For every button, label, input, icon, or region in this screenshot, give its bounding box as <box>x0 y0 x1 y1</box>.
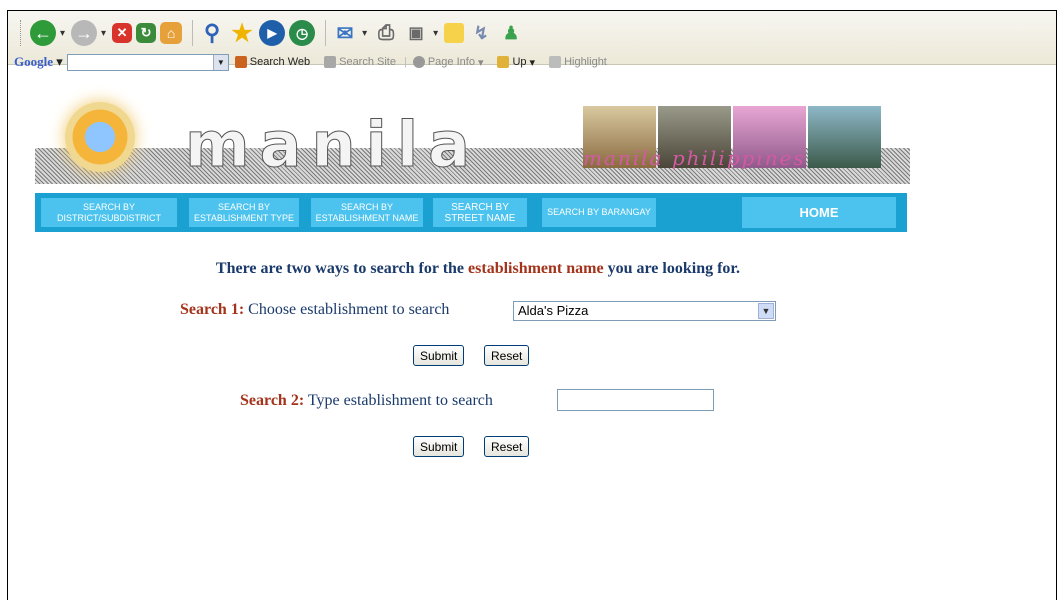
search-site-button[interactable]: Search Site <box>324 56 396 68</box>
intro-pre: There are two ways to search for the <box>215 260 469 277</box>
search-icon[interactable]: ⚲ <box>199 20 225 46</box>
page-info-label: Page Info <box>427 56 475 68</box>
mail-icon[interactable]: ✉ <box>332 20 358 46</box>
edit-icon[interactable]: ▣ <box>403 20 429 46</box>
nav-search-name[interactable]: SEARCH BY ESTABLISHMENT NAME <box>311 198 423 227</box>
toolbar-separator <box>192 20 194 46</box>
intro-post: you are looking for. <box>603 260 741 277</box>
establishment-text-input[interactable] <box>557 389 714 411</box>
intro-accent: establishment name <box>468 260 604 277</box>
msn-icon[interactable]: ♟ <box>498 20 524 46</box>
refresh-icon[interactable]: ↻ <box>136 23 157 43</box>
highlight-label: Highlight <box>564 56 607 68</box>
search1-text: Choose establishment to search <box>244 301 450 318</box>
google-logo[interactable]: Google ▾ <box>14 54 63 70</box>
site-search-icon <box>324 56 337 68</box>
google-brand-text: Google <box>14 54 53 69</box>
search2-line: Search 2: Type establishment to search <box>240 392 493 410</box>
google-search-input[interactable]: ▼ <box>66 53 229 71</box>
toolbar-grip[interactable] <box>20 20 24 46</box>
search1-line: Search 1: Choose establishment to search <box>180 301 449 319</box>
up-button[interactable]: Up ▾ <box>497 56 535 69</box>
nav-search-street[interactable]: SEARCH BY STREET NAME <box>433 198 527 227</box>
nav-search-barangay[interactable]: SEARCH BY BARANGAY <box>542 198 656 227</box>
page-info-button[interactable]: Page Info ▾ <box>412 56 483 69</box>
home-icon[interactable]: ⌂ <box>160 22 183 44</box>
history-icon[interactable]: ◷ <box>289 20 316 46</box>
forward-icon[interactable]: → <box>71 20 98 46</box>
media-icon[interactable]: ▶ <box>259 20 286 46</box>
mail-dropdown-icon[interactable]: ▾ <box>362 28 367 39</box>
print-icon[interactable]: ⎙ <box>373 20 399 46</box>
google-search-dropdown-icon[interactable]: ▼ <box>212 54 228 70</box>
search2-reset-button[interactable]: Reset <box>484 436 530 457</box>
bluetooth-icon[interactable]: ↯ <box>468 20 494 46</box>
nav-search-district[interactable]: SEARCH BY DISTRICT/SUBDISTRICT <box>41 198 177 227</box>
forward-dropdown-icon[interactable]: ▾ <box>101 28 106 39</box>
search2-submit-button[interactable]: Submit <box>413 436 465 457</box>
search1-label: Search 1: <box>180 301 245 318</box>
select-value: Alda's Pizza <box>518 303 589 318</box>
google-separator: | <box>403 56 407 68</box>
search-nav-bar: SEARCH BY DISTRICT/SUBDISTRICT SEARCH BY… <box>35 193 907 232</box>
favorites-icon[interactable]: ★ <box>229 20 255 47</box>
nav-home-button[interactable]: HOME <box>742 197 896 228</box>
photo-caption: manila philippines <box>583 146 806 170</box>
search2-label: Search 2: <box>240 392 305 409</box>
search1-reset-button[interactable]: Reset <box>484 345 530 366</box>
google-toolbar: Google ▾ ▼ Search Web Search Site | Page… <box>8 52 615 72</box>
sun-logo-icon <box>65 102 135 172</box>
search2-text: Type establishment to search <box>304 392 493 409</box>
standard-buttons: ← ▾ → ▾ ✕ ↻ ⌂ ⚲ ★ ▶ ◷ ✉ ▾ ⎙ ▣ ▾ ↯ ♟ <box>8 15 528 51</box>
back-dropdown-icon[interactable]: ▾ <box>60 28 65 39</box>
search1-submit-button[interactable]: Submit <box>413 345 465 366</box>
establishment-select[interactable]: Alda's Pizza ▼ <box>513 301 776 321</box>
highlight-button[interactable]: Highlight <box>549 56 607 68</box>
toolbar-separator <box>325 20 327 46</box>
up-label: Up <box>512 56 527 68</box>
search-web-label: Search Web <box>249 56 311 68</box>
browser-toolbar: ← ▾ → ▾ ✕ ↻ ⌂ ⚲ ★ ▶ ◷ ✉ ▾ ⎙ ▣ ▾ ↯ ♟ Goog… <box>8 11 1056 71</box>
nav-search-type[interactable]: SEARCH BY ESTABLISHMENT TYPE <box>189 198 299 227</box>
select-dropdown-icon[interactable]: ▼ <box>758 303 774 319</box>
back-icon[interactable]: ← <box>30 20 56 46</box>
stop-icon[interactable]: ✕ <box>112 23 133 43</box>
messenger-icon[interactable] <box>444 23 465 43</box>
site-header: manila manila philippines <box>35 94 910 190</box>
search-site-label: Search Site <box>339 56 396 68</box>
binoculars-icon <box>234 56 247 68</box>
highlighter-icon <box>549 56 562 68</box>
intro-text: There are two ways to search for the est… <box>0 260 956 278</box>
search-web-button[interactable]: Search Web <box>234 56 311 68</box>
edit-dropdown-icon[interactable]: ▾ <box>433 28 438 39</box>
info-icon <box>412 56 425 68</box>
folder-up-icon <box>497 56 510 68</box>
site-logo-text: manila <box>185 108 480 182</box>
